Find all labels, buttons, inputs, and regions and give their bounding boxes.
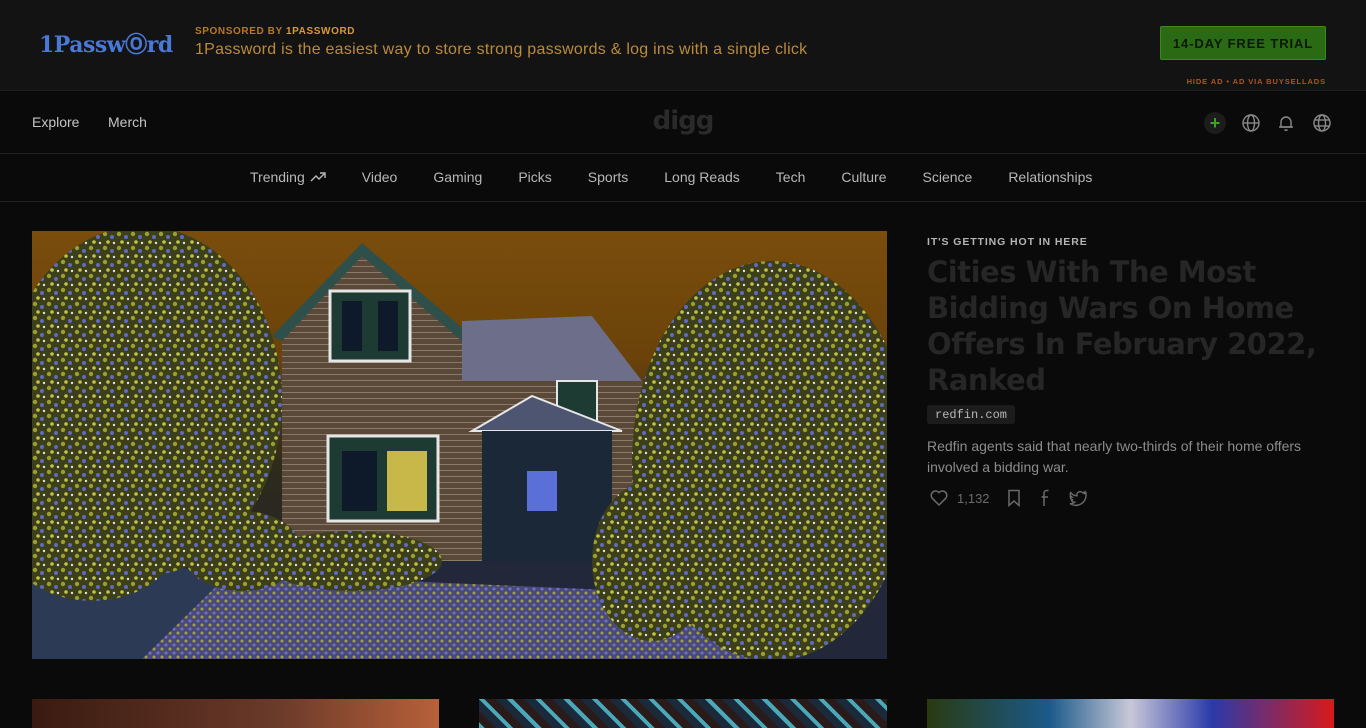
category-long-reads[interactable]: Long Reads — [664, 169, 740, 185]
digg-logo[interactable]: digg — [650, 106, 716, 136]
category-trending[interactable]: Trending — [250, 169, 326, 185]
category-tech[interactable]: Tech — [776, 169, 806, 185]
heart-icon — [930, 490, 948, 507]
facebook-share-icon[interactable] — [1036, 488, 1056, 508]
nav-merch[interactable]: Merch — [108, 114, 147, 130]
category-video[interactable]: Video — [362, 169, 398, 185]
story-actions: 1,132 — [929, 488, 1088, 508]
hide-ad-link[interactable]: HIDE AD • AD VIA BUYSELLADS — [1160, 77, 1326, 86]
onepassword-logo[interactable]: 1PasswⓄrd — [39, 27, 173, 59]
sponsor-label: SPONSORED BY 1PASSWORD — [195, 26, 355, 37]
category-sports[interactable]: Sports — [588, 169, 628, 185]
nav-explore[interactable]: Explore — [32, 114, 79, 130]
story-kicker: IT'S GETTING HOT IN HERE — [927, 236, 1088, 248]
sponsor-prefix: SPONSORED BY — [195, 26, 283, 37]
globe-icon[interactable] — [1240, 112, 1262, 134]
like-count: 1,132 — [957, 490, 990, 506]
story-card-image[interactable] — [927, 699, 1334, 728]
trending-arrow-icon — [310, 172, 326, 182]
notification-icon[interactable] — [1275, 112, 1297, 134]
story-card-image[interactable] — [479, 699, 887, 728]
user-globe-icon[interactable] — [1311, 112, 1333, 134]
category-culture[interactable]: Culture — [841, 169, 886, 185]
hero-image[interactable] — [32, 231, 887, 659]
sponsor-name: 1PASSWORD — [285, 26, 356, 37]
like-button[interactable]: 1,132 — [929, 488, 1004, 508]
twitter-share-icon[interactable] — [1068, 488, 1088, 508]
add-icon[interactable]: + — [1204, 112, 1226, 134]
site-header: Explore Merch digg + — [0, 92, 1366, 154]
free-trial-button[interactable]: 14-DAY FREE TRIAL — [1160, 26, 1326, 60]
story-description: Redfin agents said that nearly two-third… — [927, 438, 1302, 475]
story-card-image[interactable] — [32, 699, 439, 728]
category-label: Trending — [250, 169, 305, 185]
category-science[interactable]: Science — [923, 169, 973, 185]
category-nav: Trending Video Gaming Picks Sports Long … — [0, 155, 1366, 202]
source-domain[interactable]: redfin.com — [927, 405, 1016, 424]
story-headline[interactable]: Cities With The Most Bidding Wars On Hom… — [927, 254, 1327, 398]
ad-text[interactable]: 1Password is the easiest way to store st… — [195, 41, 807, 59]
category-relationships[interactable]: Relationships — [1008, 169, 1092, 185]
bookmark-icon[interactable] — [1004, 488, 1024, 508]
category-gaming[interactable]: Gaming — [433, 169, 482, 185]
category-picks[interactable]: Picks — [518, 169, 551, 185]
sponsored-banner: 1PasswⓄrd SPONSORED BY 1PASSWORD 1Passwo… — [0, 0, 1366, 91]
